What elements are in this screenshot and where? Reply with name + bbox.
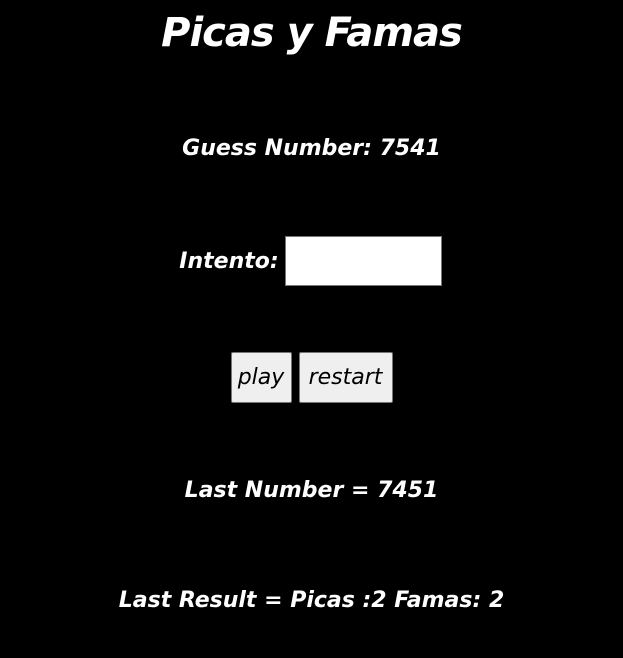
- restart-button[interactable]: restart: [298, 352, 393, 403]
- intento-label: Intento:: [179, 248, 279, 274]
- last-result-text: Last Result = Picas :2 Famas: 2: [118, 588, 505, 613]
- last-number-text: Last Number = 7451: [184, 478, 439, 503]
- page-title: Picas y Famas: [161, 10, 463, 56]
- button-row: play restart: [0, 352, 623, 403]
- intento-row: Intento:: [0, 236, 623, 286]
- guess-number-text: Guess Number: 7541: [182, 136, 441, 161]
- intento-input[interactable]: [284, 236, 442, 286]
- play-button[interactable]: play: [230, 352, 292, 403]
